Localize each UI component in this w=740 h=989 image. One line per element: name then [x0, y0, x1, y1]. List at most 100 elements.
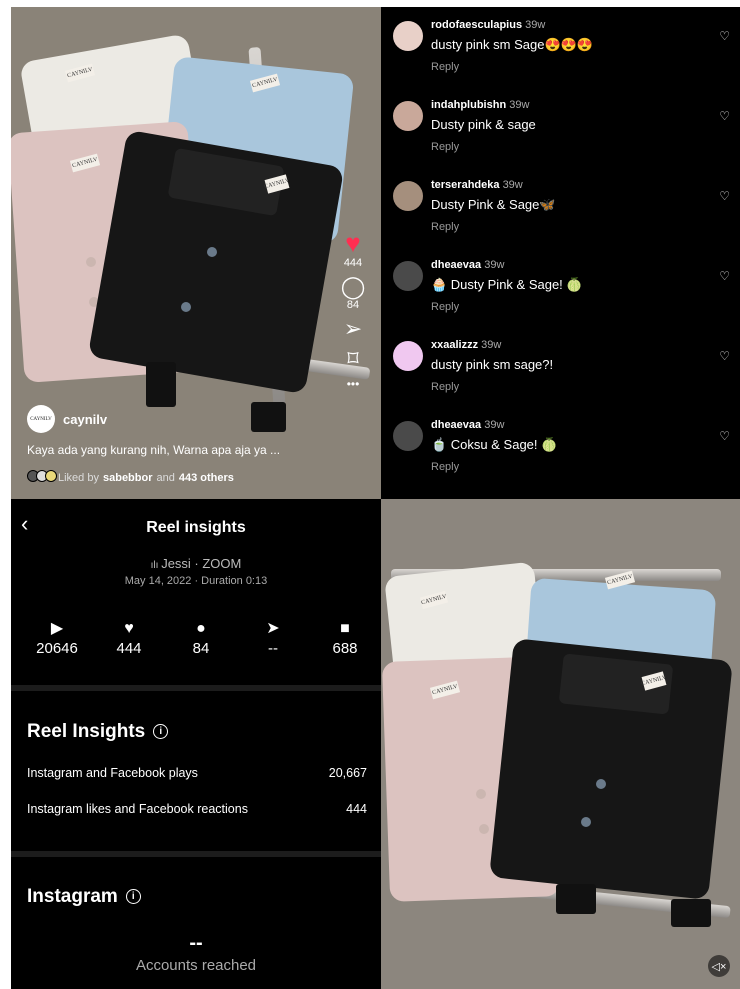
heart-icon[interactable]: ♥ [335, 229, 371, 257]
info-icon[interactable]: i [125, 889, 141, 905]
row-value: 444 [346, 802, 367, 816]
comment-header: terserahdeka 39w [431, 179, 523, 191]
liked-user[interactable]: sabebbor [103, 472, 153, 484]
comment-header: dheaevaa 39w [431, 259, 504, 271]
comment-item: xxaalizzz 39w dusty pink sm sage?! Reply ♡ [393, 339, 730, 411]
section-title: Reel Insights [27, 721, 146, 742]
comment-item: terserahdeka 39w Dusty Pink & Sage🦋 Reply ♡ [393, 179, 730, 251]
reel-author[interactable]: CAYNILV caynilv [27, 405, 107, 433]
stat-heart: ♥ 444 [94, 620, 164, 657]
more-options[interactable]: ••• [335, 377, 371, 391]
shirt-button [181, 302, 191, 312]
audio-icon: ılı [150, 560, 162, 571]
reel-actions: ♥ 444 ◯ 84 ➢ ⌑ ••• [335, 229, 371, 397]
stat-play: ▶ 20646 [22, 620, 92, 657]
shirt-button [479, 824, 489, 834]
liked-avatars [27, 470, 57, 485]
comment-text: dusty pink sm sage?! [431, 357, 554, 372]
mini-avatar [45, 470, 57, 482]
rack-strap [671, 899, 711, 927]
comments-panel: rodofaesculapius 39w dusty pink sm Sage😍😍… [381, 7, 740, 499]
comment-username[interactable]: rodofaesculapius [431, 19, 522, 31]
row-value: 20,667 [328, 766, 367, 780]
avatar[interactable] [393, 421, 423, 451]
rack-strap [556, 884, 596, 914]
comment-time: 39w [481, 339, 502, 351]
comment-username[interactable]: indahplubishn [431, 99, 506, 111]
heart-outline-icon[interactable]: ♡ [719, 429, 730, 443]
share-icon: ➤ [266, 620, 280, 637]
shirt-button [207, 247, 217, 257]
reply-button[interactable]: Reply [431, 141, 459, 153]
comment-header: dheaevaa 39w [431, 419, 504, 431]
avatar[interactable] [393, 101, 423, 131]
info-icon[interactable]: i [153, 724, 169, 740]
avatar[interactable] [393, 21, 423, 51]
stat-value: 688 [332, 640, 358, 657]
save-icon: ■ [340, 620, 350, 637]
comment-username[interactable]: terserahdeka [431, 179, 500, 191]
insights-panel: ‹ Reel insights ılı Jessi · ZOOM May 14,… [11, 499, 381, 989]
heart-outline-icon[interactable]: ♡ [719, 109, 730, 123]
comment-header: rodofaesculapius 39w [431, 19, 545, 31]
liked-prefix: Liked by [58, 471, 99, 484]
reel-caption[interactable]: Kaya ada yang kurang nih, Warna apa aja … [27, 443, 280, 457]
comment-text: Dusty pink & sage [431, 117, 536, 132]
heart-icon: ♥ [124, 620, 134, 637]
avatar[interactable] [393, 261, 423, 291]
send-icon[interactable]: ➢ [335, 317, 371, 341]
reply-button[interactable]: Reply [431, 221, 459, 233]
comment-action[interactable]: ◯ 84 [335, 275, 371, 312]
avatar[interactable] [393, 341, 423, 371]
audio-track[interactable]: ılı Jessi · ZOOM [11, 556, 381, 571]
heart-outline-icon[interactable]: ♡ [719, 29, 730, 43]
stat-comment: ● 84 [166, 620, 236, 657]
rack-strap [251, 402, 286, 432]
section-title: Instagram [27, 886, 118, 907]
comment-username[interactable]: dheaevaa [431, 259, 481, 271]
comment-time: 39w [484, 419, 505, 431]
reply-button[interactable]: Reply [431, 301, 459, 313]
insight-row-plays: Instagram and Facebook plays 20,667 [27, 766, 367, 780]
comment-username[interactable]: xxaalizzz [431, 339, 478, 351]
share-action[interactable]: ➢ [335, 317, 371, 341]
reply-button[interactable]: Reply [431, 61, 459, 73]
stat-value: 20646 [36, 640, 78, 657]
comment-item: dheaevaa 39w 🧁 Dusty Pink & Sage! 🍈 Reply ♡ [393, 259, 730, 331]
reel-insights-heading: Reel Insights i [27, 721, 169, 743]
play-icon: ▶ [50, 620, 64, 637]
avatar[interactable] [393, 181, 423, 211]
like-action[interactable]: ♥ 444 [335, 229, 371, 269]
audio-label: Jessi · ZOOM [161, 556, 242, 571]
liked-others[interactable]: 443 others [179, 472, 234, 484]
reel-post-panel: CAYNILV CAYNILV CAYNILV CAYNILV ♥ 444 ◯ … [11, 7, 381, 499]
save-action[interactable]: ⌑ [335, 347, 371, 371]
liked-by[interactable]: Liked by sabebbor and 443 others [27, 470, 234, 485]
comment-text: dusty pink sm Sage😍😍😍 [431, 37, 594, 52]
comment-item: rodofaesculapius 39w dusty pink sm Sage😍😍… [393, 19, 730, 91]
stat-save: ■ 688 [310, 620, 380, 657]
comment-header: indahplubishn 39w [431, 99, 529, 111]
stat-value: -- [268, 640, 278, 657]
username[interactable]: caynilv [63, 412, 107, 427]
comment-item: dheaevaa 39w 🍵 Coksu & Sage! 🍈 Reply ♡ [393, 419, 730, 491]
shirt-button [596, 779, 606, 789]
heart-outline-icon[interactable]: ♡ [719, 349, 730, 363]
stat-value: 444 [116, 640, 142, 657]
more-icon[interactable]: ••• [335, 377, 371, 391]
row-label: Instagram and Facebook plays [27, 766, 198, 780]
avatar[interactable]: CAYNILV [27, 405, 55, 433]
reply-button[interactable]: Reply [431, 461, 459, 473]
product-photo: CAYNILV CAYNILV CAYNILV CAYNILV ◁× [381, 499, 740, 989]
like-count: 444 [343, 257, 363, 269]
heart-outline-icon[interactable]: ♡ [719, 189, 730, 203]
bookmark-icon[interactable]: ⌑ [335, 347, 371, 371]
comment-username[interactable]: dheaevaa [431, 419, 481, 431]
mute-icon[interactable]: ◁× [708, 955, 730, 977]
comment-icon[interactable]: ◯ [335, 275, 371, 299]
comment-time: 39w [525, 19, 546, 31]
comment-item: indahplubishn 39w Dusty pink & sage Reply ♡ [393, 99, 730, 171]
comment-time: 39w [484, 259, 505, 271]
heart-outline-icon[interactable]: ♡ [719, 269, 730, 283]
reply-button[interactable]: Reply [431, 381, 459, 393]
